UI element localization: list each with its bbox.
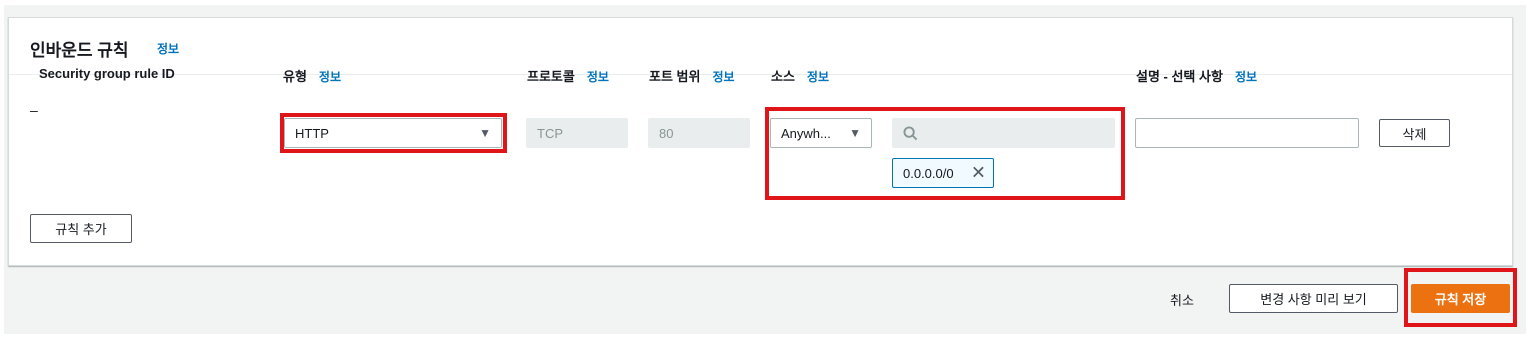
port-range-field: 80 — [648, 118, 750, 148]
source-cidr-search[interactable] — [892, 118, 1115, 148]
preview-changes-button[interactable]: 변경 사항 미리 보기 — [1229, 284, 1398, 313]
protocol-label-text: 프로토콜 — [527, 69, 575, 84]
protocol-info-link[interactable]: 정보 — [587, 70, 609, 84]
protocol-value: TCP — [537, 125, 563, 141]
panel-title: 인바운드 규칙 — [30, 41, 129, 60]
column-type-label: 유형 정보 — [283, 66, 341, 85]
type-label-text: 유형 — [283, 69, 307, 84]
rule-id-value: – — [30, 102, 38, 118]
port-range-info-link[interactable]: 정보 — [712, 70, 734, 84]
column-protocol-label: 프로토콜 정보 — [527, 66, 609, 85]
column-rule-id-label: Security group rule ID — [39, 66, 175, 81]
close-icon[interactable]: ✕ — [971, 163, 986, 184]
save-rules-button[interactable]: 규칙 저장 — [1411, 284, 1510, 313]
caret-down-icon: ▼ — [849, 126, 861, 140]
type-select-value: HTTP — [295, 125, 329, 141]
protocol-field: TCP — [526, 118, 628, 148]
panel-info-link[interactable]: 정보 — [157, 40, 179, 57]
source-type-value: Anywh... — [781, 125, 831, 141]
column-source-label: 소스 정보 — [771, 66, 829, 85]
cancel-link[interactable]: 취소 — [1170, 290, 1194, 309]
port-range-value: 80 — [659, 125, 674, 141]
source-info-link[interactable]: 정보 — [807, 70, 829, 84]
description-input[interactable] — [1135, 118, 1359, 148]
source-label-text: 소스 — [771, 69, 795, 84]
add-rule-label: 규칙 추가 — [55, 222, 107, 237]
description-label-text: 설명 - 선택 사항 — [1136, 69, 1223, 84]
cidr-token-value: 0.0.0.0/0 — [903, 165, 954, 181]
rule-id-label-text: Security group rule ID — [39, 66, 175, 81]
type-info-link[interactable]: 정보 — [319, 70, 341, 84]
port-range-label-text: 포트 범위 — [649, 69, 701, 84]
cidr-token: 0.0.0.0/0 ✕ — [892, 158, 994, 188]
caret-down-icon: ▼ — [479, 126, 491, 140]
save-rules-label: 규칙 저장 — [1434, 292, 1487, 307]
search-icon — [903, 125, 918, 140]
column-description-label: 설명 - 선택 사항 정보 — [1136, 66, 1257, 85]
delete-rule-button[interactable]: 삭제 — [1379, 119, 1450, 147]
delete-rule-label: 삭제 — [1402, 126, 1427, 142]
column-port-range-label: 포트 범위 정보 — [649, 66, 735, 85]
add-rule-button[interactable]: 규칙 추가 — [30, 214, 132, 243]
description-info-link[interactable]: 정보 — [1235, 70, 1257, 84]
source-type-select[interactable]: Anywh... ▼ — [770, 118, 872, 148]
type-select[interactable]: HTTP ▼ — [284, 118, 502, 148]
preview-changes-label: 변경 사항 미리 보기 — [1260, 292, 1367, 307]
panel-header: 인바운드 규칙 정보 — [9, 18, 1512, 75]
